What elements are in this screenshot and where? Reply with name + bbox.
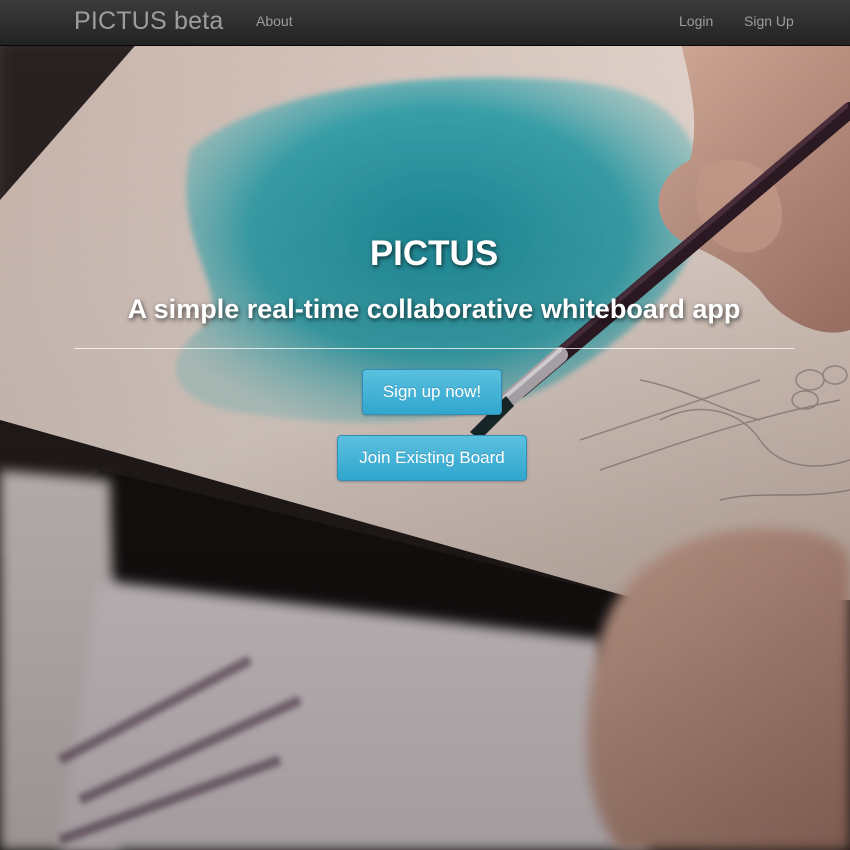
top-navbar: PICTUS beta About Login Sign Up: [0, 0, 850, 46]
nav-login-link[interactable]: Login: [679, 13, 713, 29]
join-existing-board-button[interactable]: Join Existing Board: [337, 435, 527, 481]
nav-signup-link[interactable]: Sign Up: [744, 13, 794, 29]
nav-about-link[interactable]: About: [256, 13, 293, 29]
hero-background-image: [0, 0, 850, 850]
sign-up-now-button[interactable]: Sign up now!: [362, 369, 502, 415]
landing-page: PICTUS beta About Login Sign Up PICTUS A…: [0, 0, 850, 850]
brand-logo-link[interactable]: PICTUS beta: [74, 7, 223, 36]
hero-subtitle: A simple real-time collaborative whitebo…: [127, 294, 741, 324]
hero-title: PICTUS: [369, 234, 499, 273]
hero-divider: [74, 348, 794, 349]
